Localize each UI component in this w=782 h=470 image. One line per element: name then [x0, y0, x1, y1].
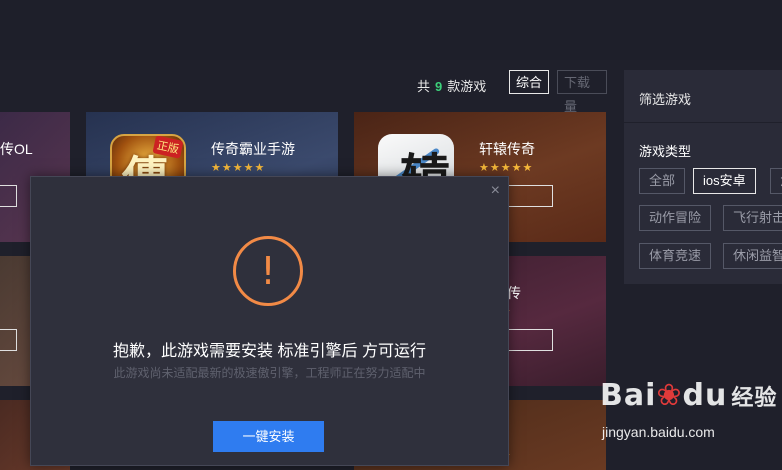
filter-chip-shooting[interactable]: 飞行射击: [723, 205, 782, 231]
download-button[interactable]: [0, 329, 17, 351]
filter-chip-all[interactable]: 全部: [639, 168, 686, 194]
result-count: 共 9 款游戏: [417, 79, 487, 94]
watermark-url: jingyan.baidu.com: [602, 424, 715, 440]
baidu-watermark: Bai❀du 经验 jingyan.baidu.com: [600, 378, 782, 458]
warning-icon: !: [233, 236, 303, 306]
game-title: 轩辕传奇: [479, 141, 535, 157]
divider: [624, 122, 782, 123]
rating-stars: ★★★★★: [479, 162, 534, 174]
game-type-heading: 游戏类型: [639, 144, 692, 159]
filter-chip-role[interactable]: 角: [770, 168, 782, 194]
sort-downloads-tab[interactable]: 下载量: [557, 70, 607, 114]
paw-icon: ❀: [656, 378, 683, 413]
filter-heading: 筛选游戏: [639, 92, 692, 107]
filter-chip-action[interactable]: 动作冒险: [639, 205, 712, 231]
rating-stars: ★★★★★: [211, 162, 266, 174]
dialog-submessage: 此游戏尚未适配最新的极速傲引擎，工程师正在努力适配中: [113, 366, 426, 380]
filter-chip-sports[interactable]: 体育竞速: [639, 243, 712, 269]
engine-required-dialog: × ! 抱歉，此游戏需要安装 标准引擎后 方可运行 此游戏尚未适配最新的极速傲引…: [30, 176, 509, 466]
close-icon[interactable]: ×: [491, 182, 500, 200]
filter-chip-ios-android[interactable]: ios安卓: [693, 168, 756, 194]
install-button[interactable]: 一键安装: [213, 421, 324, 452]
game-title: 传奇霸业手游: [211, 141, 295, 157]
dialog-message: 抱歉，此游戏需要安装 标准引擎后 方可运行: [113, 343, 426, 360]
download-button[interactable]: [0, 185, 17, 207]
game-title: 传OL: [0, 141, 33, 157]
sort-overall-tab[interactable]: 综合: [509, 70, 549, 94]
baidu-logo: Bai❀du 经验: [600, 378, 778, 413]
filter-chip-casual[interactable]: 休闲益智: [723, 243, 782, 269]
filter-panel: 筛选游戏 游戏类型 全部 ios安卓 角 动作冒险 飞行射击 体育竞速 休闲益智: [624, 70, 782, 284]
top-bar: [0, 0, 782, 60]
result-number: 9: [435, 79, 443, 94]
